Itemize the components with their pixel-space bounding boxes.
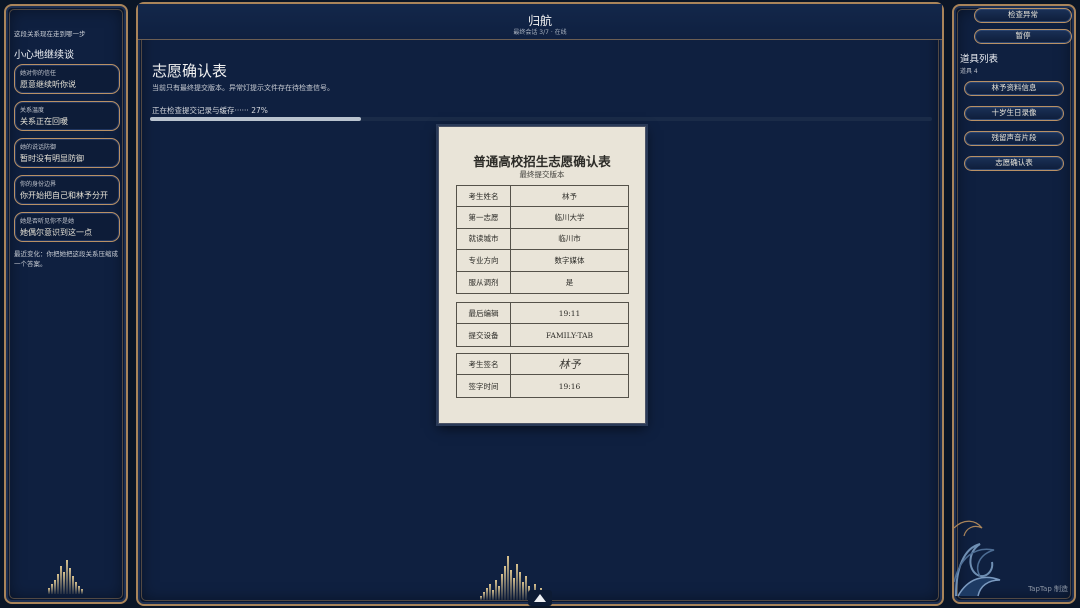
item-list-title: 道具列表: [960, 54, 999, 65]
field-value: FAMILY-TAB: [545, 330, 594, 340]
field-value: 19:16: [558, 381, 581, 391]
status-value: 愿意继续听你说: [20, 80, 76, 89]
document-title: 普通高校招生志愿确认表: [473, 154, 611, 169]
status-footer: 最近变化：你把她把这段关系压缩成一个答案。: [14, 250, 118, 268]
status-label: 关系温度: [20, 107, 45, 114]
audio-wave-decoration: [48, 560, 83, 594]
field-key: 最后编辑: [457, 303, 511, 324]
item-application-form-button[interactable]: 志愿确认表: [964, 156, 1064, 171]
item-birthday-video-button[interactable]: 十岁生日录像: [964, 106, 1064, 121]
field-key: 考生签名: [457, 354, 511, 375]
pause-button[interactable]: 暂停: [974, 29, 1072, 44]
page-title: 志愿确认表: [152, 62, 228, 80]
table-row: 考生签名 林予: [457, 354, 628, 376]
status-value: 暂时没有明显防御: [20, 154, 84, 163]
status-label: 你的身份边界: [20, 181, 57, 188]
submission-info-table: 最后编辑 19:11 提交设备 FAMILY-TAB: [456, 302, 629, 347]
status-value: 你开始把自己和林予分开: [20, 191, 108, 200]
main-panel: 归航 最终会话 3/7 · 在线 志愿确认表 当前只有最终提交版本。异常灯提示文…: [136, 2, 944, 606]
status-item-defense: 她的说话防御 暂时没有明显防御: [14, 138, 120, 168]
item-profile-button[interactable]: 林予资料信息: [964, 81, 1064, 96]
table-row: 就读城市 临川市: [457, 228, 628, 251]
progress-bar: [150, 117, 932, 121]
application-form-document[interactable]: 普通高校招生志愿确认表 最终提交版本 考生姓名 林予 第一志愿 临川大学 就读城…: [438, 126, 646, 424]
table-row: 最后编辑 19:11: [457, 303, 628, 325]
session-status: 最终会话 3/7 · 在线: [513, 29, 567, 36]
check-anomaly-button[interactable]: 检查异常: [974, 8, 1072, 23]
watermark-text: TapTap 制造: [1028, 585, 1068, 593]
header-bar: 归航 最终会话 3/7 · 在线: [138, 4, 942, 40]
field-value: 是: [565, 277, 574, 287]
table-row: 服从调剂 是: [457, 271, 628, 293]
applicant-info-table: 考生姓名 林予 第一志愿 临川大学 就读城市 临川市 专业方向 数字媒体 服从调…: [456, 185, 629, 294]
status-title: 小心地继续谈: [14, 50, 74, 61]
field-key: 签字时间: [457, 375, 511, 397]
field-key: 服从调剂: [457, 271, 511, 293]
table-row: 第一志愿 临川大学: [457, 207, 628, 229]
field-key: 考生姓名: [457, 186, 511, 207]
field-key: 第一志愿: [457, 207, 511, 228]
status-item-identity: 你的身份边界 你开始把自己和林予分开: [14, 175, 120, 205]
status-panel: 这段关系现在走到哪一步 小心地继续谈 她对你的信任 愿意继续听你说 关系温度 关…: [4, 4, 128, 604]
table-row: 专业方向 数字媒体: [457, 250, 628, 272]
wave-decoration-icon: [954, 520, 1001, 597]
signature-table: 考生签名 林予 签字时间 19:16: [456, 353, 629, 398]
status-value: 关系正在回暖: [20, 117, 68, 126]
field-key: 提交设备: [457, 324, 511, 346]
field-value: 林予: [562, 191, 577, 201]
status-value: 她偶尔意识到这一点: [20, 228, 92, 237]
status-item-awareness: 她是否听见你不是她 她偶尔意识到这一点: [14, 212, 120, 242]
status-item-trust: 她对你的信任 愿意继续听你说: [14, 64, 120, 94]
item-panel: 检查异常 暂停 道具列表 道具 4 林予资料信息 十岁生日录像 残留声音片段 志…: [952, 4, 1076, 604]
field-value: 临川市: [558, 234, 581, 244]
status-item-temperature: 关系温度 关系正在回暖: [14, 101, 120, 131]
progress-label: 正在检查提交记录与缓存······ 27%: [152, 106, 268, 115]
status-label: 她的说话防御: [20, 144, 57, 151]
field-value: 临川大学: [554, 213, 585, 223]
field-value: 数字媒体: [554, 255, 585, 265]
table-row: 提交设备 FAMILY-TAB: [457, 324, 628, 346]
item-list-count: 道具 4: [960, 68, 978, 75]
document-subtitle: 最终提交版本: [519, 170, 565, 179]
table-row: 考生姓名 林予: [457, 186, 628, 208]
progress-fill: [150, 117, 362, 121]
field-value: 19:11: [558, 308, 581, 318]
status-label: 她对你的信任: [20, 70, 57, 77]
status-label: 她是否听见你不是她: [20, 218, 75, 225]
field-key: 专业方向: [457, 250, 511, 271]
field-key: 就读城市: [457, 228, 511, 250]
item-audio-fragment-button[interactable]: 残留声音片段: [964, 131, 1064, 146]
up-arrow-icon[interactable]: [534, 594, 546, 602]
status-intro: 这段关系现在走到哪一步: [14, 30, 86, 38]
table-row: 签字时间 19:16: [457, 375, 628, 397]
page-description: 当前只有最终提交版本。异常灯提示文件存在待检查信号。: [152, 84, 334, 92]
signature-value: 林予: [558, 358, 581, 372]
